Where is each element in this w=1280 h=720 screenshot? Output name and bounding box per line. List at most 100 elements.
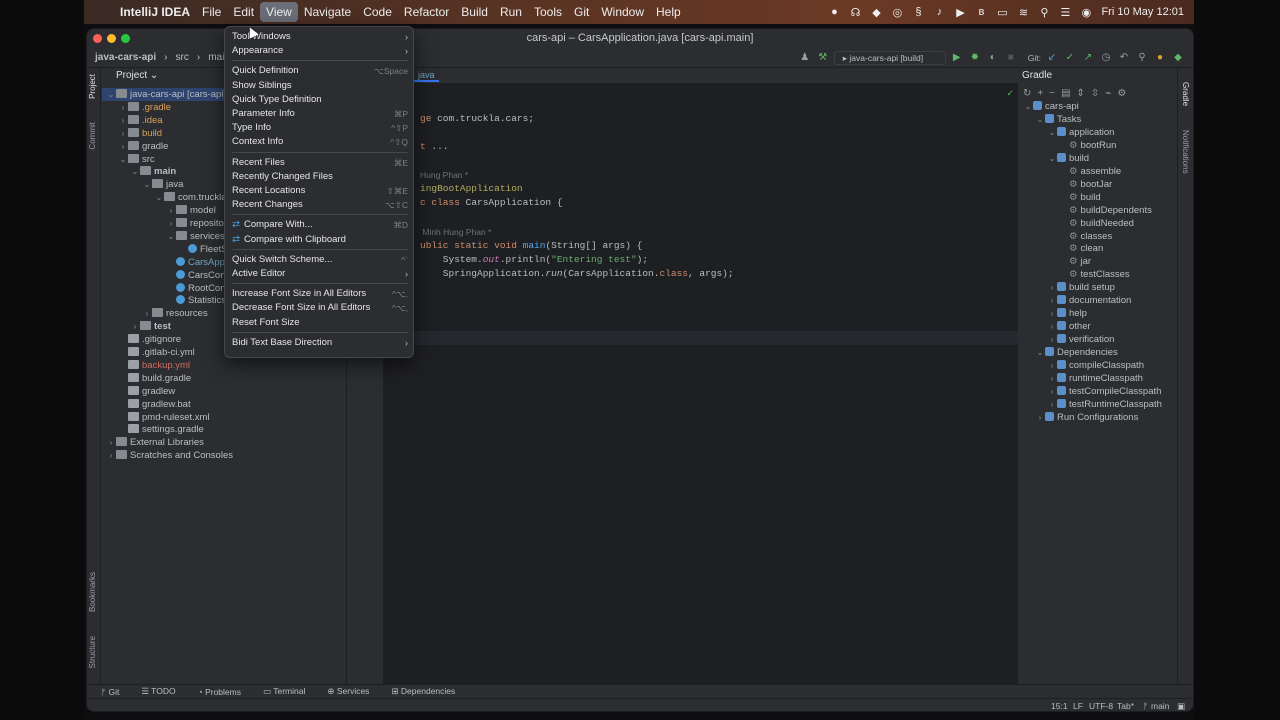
chevron-icon[interactable]: › [142,307,152,320]
zoom-button[interactable] [121,34,130,43]
rollback-icon[interactable]: ↶ [1117,51,1131,65]
add-icon[interactable]: + [1037,88,1043,99]
chevron-icon[interactable]: › [166,204,176,217]
hammer-icon[interactable]: ⚒ [816,51,830,65]
chevron-icon[interactable]: ⌄ [154,191,164,204]
menu-item-appearance[interactable]: Appearance › [232,44,408,58]
stop-icon[interactable]: ■ [1004,51,1018,65]
gradle-item-jar[interactable]: ⚙ jar [1059,255,1091,268]
menu-item-compare-with[interactable]: ⇄ Compare With... ⌘D [232,218,408,232]
gradle-item-build[interactable]: ⌄ build [1047,152,1089,165]
menu-build[interactable]: Build [455,2,494,22]
gradle-item-testcompileclasspath[interactable]: › testCompileClasspath [1047,385,1161,398]
gradle-tool-tab[interactable]: Gradle [1181,82,1190,106]
code-line[interactable]: t ... [420,140,449,154]
chevron-icon[interactable]: › [130,320,140,333]
tool-problems[interactable]: ◔ Problems [184,687,249,697]
chevron-icon[interactable]: › [1047,307,1057,320]
chevron-icon[interactable]: ⌄ [106,88,116,101]
tree-item-gitlab-ci-yml[interactable]: .gitlab-ci.yml [102,346,195,359]
tree-item-src[interactable]: ⌄ src [102,153,155,166]
chevron-icon[interactable]: ⌄ [1035,113,1045,126]
expand-all-icon[interactable]: ⇕ [1077,88,1085,99]
menu-help[interactable]: Help [650,2,687,22]
volume-icon[interactable]: ♪ [933,6,945,18]
editor-tab-active[interactable]: java [414,70,439,82]
tool-git[interactable]: ᚠ Git [87,687,127,697]
tree-item-rootcont[interactable]: RootCont [102,282,228,295]
reload-icon[interactable]: ↻ [1023,88,1031,99]
tree-item-gradlew-bat[interactable]: gradlew.bat [102,398,191,411]
tree-item-external-libraries[interactable]: › External Libraries [102,436,204,449]
git-push-icon[interactable]: ↗ [1081,51,1095,65]
tree-item-build[interactable]: › build [102,127,162,140]
collapse-all-icon[interactable]: ⇳ [1091,88,1099,99]
indent[interactable]: Tab* [1117,701,1134,711]
tree-item-model[interactable]: › model [102,204,216,217]
gradle-item-assemble[interactable]: ⚙ assemble [1059,165,1121,178]
line-ending[interactable]: LF [1073,701,1083,711]
tree-item-settings-gradle[interactable]: settings.gradle [102,423,204,436]
gradle-item-classes[interactable]: ⚙ classes [1059,230,1112,243]
breadcrumb-java-cars-api[interactable]: java-cars-api [91,52,160,63]
control-center-icon[interactable]: ☰ [1059,6,1071,19]
chevron-icon[interactable]: › [1047,398,1057,411]
chevron-icon[interactable]: › [1047,294,1057,307]
gradle-item-documentation[interactable]: › documentation [1047,294,1131,307]
wrench-icon[interactable]: ⚙ [1117,88,1126,99]
menu-code[interactable]: Code [357,2,398,22]
menu-item-quick-definition[interactable]: Quick Definition ⌥Space [232,64,408,78]
menu-item-compare-with-clipboard[interactable]: ⇄ Compare with Clipboard [232,233,408,247]
gradle-item-bootjar[interactable]: ⚙ bootJar [1059,178,1112,191]
menu-item-quick-type-definition[interactable]: Quick Type Definition [232,93,408,107]
git-update-icon[interactable]: ↙ [1045,51,1059,65]
chevron-icon[interactable]: › [1047,333,1057,346]
menu-edit[interactable]: Edit [227,2,260,22]
code-line[interactable]: ge com.truckla.cars; [420,112,534,126]
chevron-icon[interactable]: › [1047,359,1057,372]
menu-run[interactable]: Run [494,2,528,22]
code-line[interactable]: ingBootApplication [420,182,523,196]
tree-item-statistics[interactable]: Statistics [102,294,226,307]
menu-file[interactable]: File [196,2,227,22]
play-icon[interactable]: ▶ [954,6,966,19]
gradle-item-runtimeclasspath[interactable]: › runtimeClasspath [1047,372,1143,385]
menu-item-quick-switch-scheme[interactable]: Quick Switch Scheme... ^` [232,253,408,267]
git-commit-icon[interactable]: ✓ [1063,51,1077,65]
menu-navigate[interactable]: Navigate [298,2,357,22]
tree-item-gradlew[interactable]: gradlew [102,385,175,398]
tree-item-carsappli[interactable]: CarsAppli [102,256,229,269]
menu-item-context-info[interactable]: Context Info ^⇧Q [232,135,408,149]
tree-item-repositori[interactable]: › repositori [102,217,229,230]
chevron-icon[interactable]: ⌄ [166,230,176,243]
caret-position[interactable]: 15:1 [1051,701,1068,711]
menu-item-show-siblings[interactable]: Show Siblings [232,79,408,93]
chevron-icon[interactable]: › [106,436,116,449]
chevron-icon[interactable]: ⌄ [1047,152,1057,165]
tree-item-gradle[interactable]: › gradle [102,140,168,153]
menu-item-recent-locations[interactable]: Recent Locations ⇧⌘E [232,184,408,198]
gradle-item-build-setup[interactable]: › build setup [1047,281,1115,294]
tree-item-com-truckla[interactable]: ⌄ com.truckla. [102,191,229,204]
gradle-item-builddependents[interactable]: ⚙ buildDependents [1059,204,1152,217]
tree-item-java[interactable]: ⌄ java [102,178,183,191]
menu-view[interactable]: View [260,2,298,22]
gradle-item-build[interactable]: ⚙ build [1059,191,1101,204]
code-line[interactable]: Hung Phan * [420,168,468,182]
code-line[interactable]: ublic static void main(String[] args) { [420,239,642,253]
run-icon[interactable]: ▶ [950,51,964,65]
git-branch[interactable]: main [1151,701,1169,711]
breadcrumb-src[interactable]: src [172,52,193,63]
chevron-icon[interactable]: ⌄ [118,153,128,166]
commit-tool-tab[interactable]: Commit [88,122,97,150]
gradle-item-cars-api[interactable]: ⌄ cars-api [1023,100,1079,113]
chevron-icon[interactable]: › [106,449,116,462]
menu-git[interactable]: Git [568,2,595,22]
minimize-button[interactable] [107,34,116,43]
code-editor[interactable]: java ge com.truckla.cars; t ... Hung Phan … [384,68,1018,688]
notifications-tool-tab[interactable]: Notifications [1181,130,1190,174]
gradle-item-tasks[interactable]: ⌄ Tasks [1035,113,1081,126]
tool-dependencies[interactable]: ⊞ Dependencies [377,686,463,697]
menu-item-active-editor[interactable]: Active Editor › [232,267,408,281]
menu-item-decrease-font-size-in-all-editors[interactable]: Decrease Font Size in All Editors ^⌥, [232,301,408,315]
